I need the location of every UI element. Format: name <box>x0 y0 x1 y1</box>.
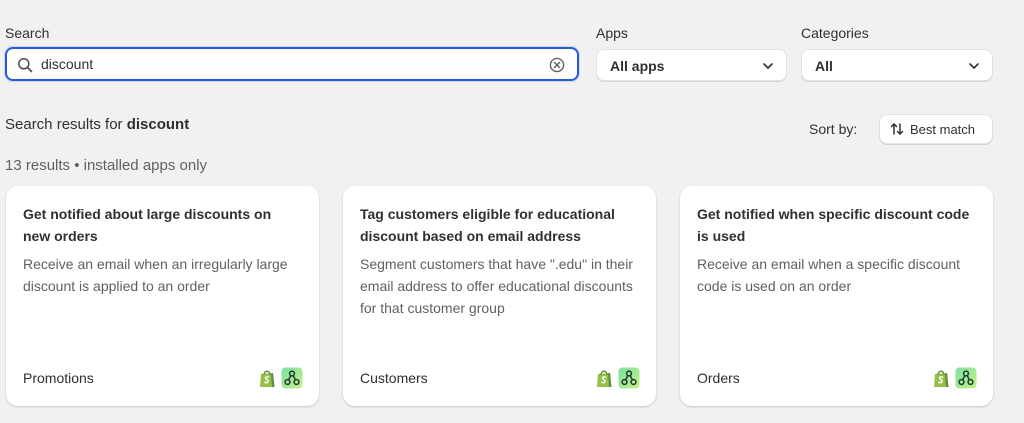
card-app-icons <box>930 367 977 389</box>
sort-button[interactable]: Best match <box>879 114 993 144</box>
card-app-icons <box>256 367 303 389</box>
card-category: Promotions <box>23 370 94 386</box>
template-card[interactable]: Tag customers eligible for educational d… <box>343 186 656 406</box>
template-card[interactable]: Get notified about large discounts on ne… <box>6 186 319 406</box>
card-category: Customers <box>360 370 428 386</box>
sort-label: Sort by: <box>809 121 858 137</box>
clear-circle-icon[interactable] <box>549 57 565 73</box>
search-input[interactable] <box>41 54 541 74</box>
sort-button-label: Best match <box>910 122 976 137</box>
card-title: Get notified about large discounts on ne… <box>23 206 272 244</box>
results-count: 13 results • installed apps only <box>5 157 208 174</box>
flow-app-icon <box>618 367 640 389</box>
apps-label: Apps <box>596 25 628 41</box>
shopify-bag-icon <box>934 370 949 387</box>
search-label: Search <box>5 25 50 41</box>
flow-app-icon <box>955 367 977 389</box>
chevron-down-icon <box>763 63 773 69</box>
flow-template-search-page: Search Apps Categories All apps All Sear… <box>0 0 1024 423</box>
card-category: Orders <box>697 370 740 386</box>
search-icon <box>18 58 33 73</box>
sort-arrows-icon <box>890 123 904 135</box>
search-field[interactable] <box>5 47 579 81</box>
categories-label: Categories <box>801 25 869 41</box>
card-description: Receive an email when a specific discoun… <box>697 256 961 294</box>
results-query: discount <box>126 116 190 133</box>
results-heading: Search results for discount <box>5 116 189 133</box>
card-description: Receive an email when an irregularly lar… <box>23 256 288 294</box>
results-prefix: Search results for <box>5 116 127 133</box>
categories-select-value: All <box>815 58 833 74</box>
chevron-down-icon <box>969 63 979 69</box>
apps-select[interactable]: All apps <box>596 49 787 81</box>
card-app-icons <box>593 367 640 389</box>
shopify-bag-icon <box>597 370 612 387</box>
shopify-bag-icon <box>260 370 275 387</box>
card-description: Segment customers that have ".edu" in th… <box>360 256 633 316</box>
card-title: Tag customers eligible for educational d… <box>360 206 615 244</box>
apps-select-value: All apps <box>610 58 665 74</box>
template-card[interactable]: Get notified when specific discount code… <box>680 186 993 406</box>
flow-app-icon <box>281 367 303 389</box>
card-title: Get notified when specific discount code… <box>697 206 970 244</box>
categories-select[interactable]: All <box>801 49 993 81</box>
